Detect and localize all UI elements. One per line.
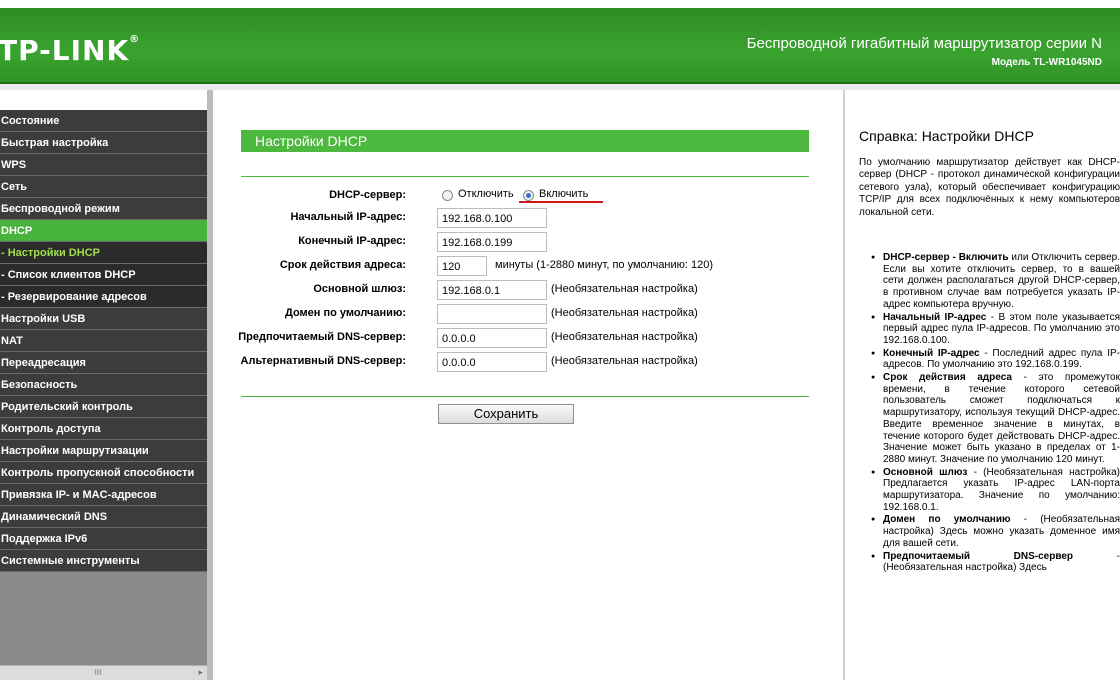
help-item-term: Основной шлюз <box>883 466 968 478</box>
save-button[interactable]: Сохранить <box>438 404 574 424</box>
sidebar-item[interactable]: Состояние <box>0 110 207 132</box>
top-strip <box>0 0 1120 8</box>
sidebar-item[interactable]: Контроль доступа <box>0 418 207 440</box>
sidebar-menu: Состояние Быстрая настройка WPS Сеть Беспров… <box>0 110 207 572</box>
help-title: Справка: Настройки DHCP <box>859 128 1034 144</box>
sidebar-item[interactable]: Поддержка IPv6 <box>0 528 207 550</box>
sidebar-item[interactable]: - Список клиентов DHCP <box>0 264 207 286</box>
dns-alt-note: (Необязательная настройка) <box>551 355 698 367</box>
help-item: Предпочитаемый DNS-сервер - (Необязатель… <box>871 550 1120 574</box>
dns-primary-label: Предпочитаемый DNS-сервер: <box>238 331 406 343</box>
sidebar-item[interactable]: Контроль пропускной способности <box>0 462 207 484</box>
help-item: Начальный IP-адрес - В этом поле указыва… <box>871 311 1120 347</box>
sidebar-item[interactable]: NAT <box>0 330 207 352</box>
start-ip-row: Начальный IP-адрес: 192.168.0.100 <box>213 208 843 230</box>
dhcp-off-radio[interactable] <box>442 190 453 201</box>
lease-note: минуты (1-2880 минут, по умолчанию: 120) <box>495 259 714 271</box>
sidebar-item[interactable]: Сеть <box>0 176 207 198</box>
help-item-term: Домен по умолчанию <box>883 514 1011 526</box>
domain-note: (Необязательная настройка) <box>551 307 698 319</box>
gateway-label: Основной шлюз: <box>313 283 406 295</box>
tp-link-logo: TP-LINK® <box>0 34 141 67</box>
help-item-term: Срок действия адреса <box>883 372 1012 384</box>
sidebar-item[interactable]: Безопасность <box>0 374 207 396</box>
help-item: Домен по умолчанию - (Необязательная нас… <box>871 514 1120 549</box>
divider <box>241 396 809 397</box>
dns-alt-label: Альтернативный DNS-сервер: <box>240 355 406 367</box>
sidebar-item[interactable]: Переадресация <box>0 352 207 374</box>
help-item: Срок действия адреса - это промежуток вр… <box>871 372 1120 466</box>
dhcp-off-label[interactable]: Отключить <box>458 188 514 200</box>
domain-input[interactable] <box>437 304 547 324</box>
sidebar-item[interactable]: Настройки маршрутизации <box>0 440 207 462</box>
help-list: DHCP-сервер - Включить или Отключить сер… <box>871 252 1120 575</box>
dns-primary-input[interactable]: 0.0.0.0 <box>437 328 547 348</box>
scroll-right-arrow-icon[interactable]: ▸ <box>198 667 203 678</box>
gateway-row: Основной шлюз: 192.168.0.1 (Необязательн… <box>213 280 843 302</box>
sidebar-item[interactable]: Привязка IP- и MAC-адресов <box>0 484 207 506</box>
dns-alt-input[interactable]: 0.0.0.0 <box>437 352 547 372</box>
sidebar-horizontal-scrollbar[interactable]: III ▸ <box>0 665 207 680</box>
end-ip-row: Конечный IP-адрес: 192.168.0.199 <box>213 232 843 254</box>
dhcp-server-label: DHCP-сервер: <box>329 189 406 201</box>
dns-primary-note: (Необязательная настройка) <box>551 331 698 343</box>
gateway-note: (Необязательная настройка) <box>551 283 698 295</box>
help-item-term: Начальный IP-адрес <box>883 311 987 323</box>
header-banner: TP-LINK® Беспроводной гигабитный маршрут… <box>0 8 1120 84</box>
sidebar-item[interactable]: Родительский контроль <box>0 396 207 418</box>
sidebar-item[interactable]: Системные инструменты <box>0 550 207 572</box>
sidebar-item[interactable]: Быстрая настройка <box>0 132 207 154</box>
dhcp-on-label[interactable]: Включить <box>539 188 588 200</box>
lease-time-input[interactable]: 120 <box>437 256 487 276</box>
dns-primary-row: Предпочитаемый DNS-сервер: 0.0.0.0 (Необ… <box>213 328 843 350</box>
start-ip-label: Начальный IP-адрес: <box>290 211 406 223</box>
help-item: Основной шлюз - (Необязательная настройк… <box>871 466 1120 514</box>
sidebar: Состояние Быстрая настройка WPS Сеть Беспров… <box>0 90 207 680</box>
sidebar-item[interactable]: Настройки USB <box>0 308 207 330</box>
highlight-underline <box>519 201 603 203</box>
scrollbar-thumb[interactable]: III <box>68 668 128 677</box>
router-model: Модель TL-WR1045ND <box>991 57 1102 68</box>
domain-label: Домен по умолчанию: <box>284 307 406 319</box>
help-item: Конечный IP-адрес - Последний адрес пула… <box>871 347 1120 371</box>
domain-row: Домен по умолчанию: (Необязательная наст… <box>213 304 843 326</box>
sidebar-item[interactable]: Динамический DNS <box>0 506 207 528</box>
gateway-input[interactable]: 192.168.0.1 <box>437 280 547 300</box>
help-item-term: Конечный IP-адрес <box>883 347 980 359</box>
page-title: Настройки DHCP <box>241 130 809 152</box>
dhcp-on-radio[interactable] <box>523 190 534 201</box>
help-item: DHCP-сервер - Включить или Отключить сер… <box>871 252 1120 311</box>
help-panel: Справка: Настройки DHCP По умолчанию мар… <box>845 90 1120 680</box>
help-intro: По умолчанию маршрутизатор действует как… <box>859 157 1120 218</box>
main-panel: Настройки DHCP DHCP-сервер: Отключить Вк… <box>213 90 843 680</box>
end-ip-label: Конечный IP-адрес: <box>298 235 406 247</box>
sidebar-item[interactable]: WPS <box>0 154 207 176</box>
sidebar-item[interactable]: - Настройки DHCP <box>0 242 207 264</box>
lease-label: Срок действия адреса: <box>279 259 406 271</box>
lease-row: Срок действия адреса: 120 минуты (1-2880… <box>213 256 843 278</box>
dns-alt-row: Альтернативный DNS-сервер: 0.0.0.0 (Необ… <box>213 352 843 374</box>
help-item-term: Предпочитаемый DNS-сервер <box>883 550 1074 562</box>
dhcp-server-row: DHCP-сервер: Отключить Включить <box>213 186 843 208</box>
help-item-text: - это промежуток времени, в течение кото… <box>883 372 1120 465</box>
sidebar-item[interactable]: - Резервирование адресов <box>0 286 207 308</box>
help-item-term: DHCP-сервер - Включить <box>883 252 1009 263</box>
end-ip-input[interactable]: 192.168.0.199 <box>437 232 547 252</box>
divider <box>241 176 809 177</box>
sidebar-item[interactable]: DHCP <box>0 220 207 242</box>
sidebar-item[interactable]: Беспроводной режим <box>0 198 207 220</box>
start-ip-input[interactable]: 192.168.0.100 <box>437 208 547 228</box>
router-title: Беспроводной гигабитный маршрутизатор се… <box>746 35 1102 52</box>
